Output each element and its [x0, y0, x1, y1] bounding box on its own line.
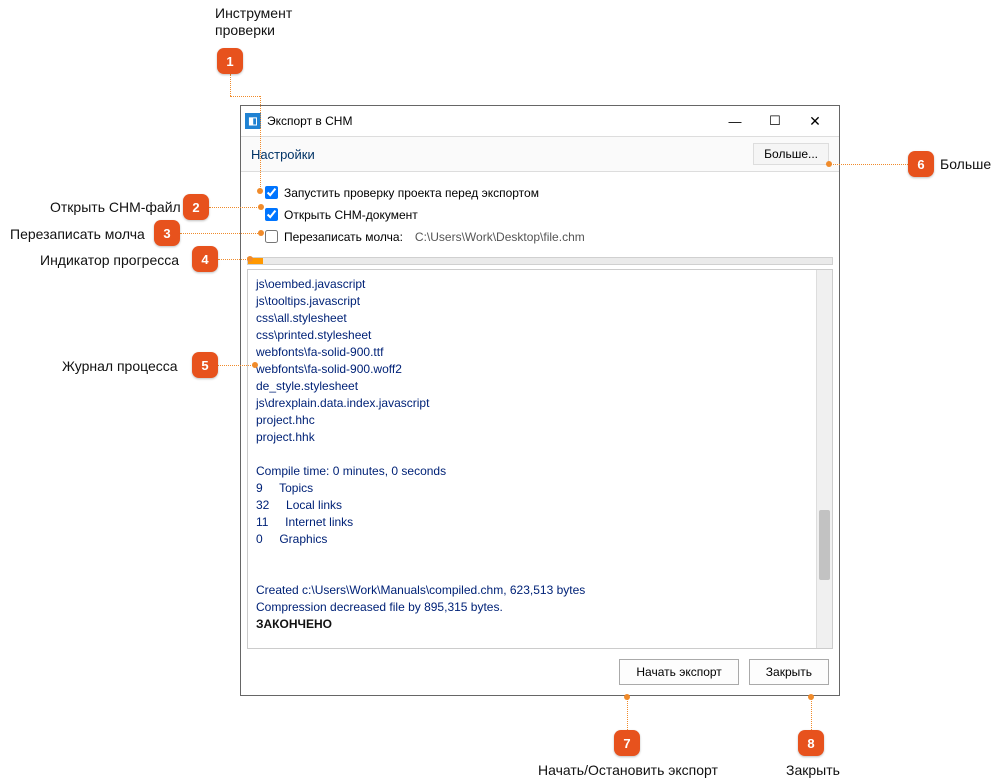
- connector-5: [218, 365, 253, 366]
- titlebar: ◧ Экспорт в CHM — ☐ ✕: [241, 106, 839, 136]
- callout-2-label: Открыть CHM-файл: [50, 199, 181, 215]
- start-export-button[interactable]: Начать экспорт: [619, 659, 738, 685]
- chk-open-chm-input[interactable]: [265, 208, 278, 221]
- progress-bar: [247, 257, 833, 265]
- minimize-button[interactable]: —: [715, 107, 755, 135]
- log-done-label: ЗАКОНЧЕНО: [256, 617, 332, 631]
- checkbox-run-validation[interactable]: Запустить проверку проекта перед экспорт…: [261, 183, 819, 202]
- settings-title: Настройки: [251, 147, 753, 162]
- checkbox-open-chm[interactable]: Открыть CHM-документ: [261, 205, 819, 224]
- connector-3-dot: [258, 230, 264, 236]
- chk-overwrite-input[interactable]: [265, 230, 278, 243]
- callout-6-label: Больше: [940, 156, 991, 172]
- callout-4-label: Индикатор прогресса: [40, 252, 179, 268]
- callout-1-label-line1: Инструмент: [215, 5, 292, 21]
- connector-2: [209, 207, 259, 208]
- more-button[interactable]: Больше...: [753, 143, 829, 165]
- connector-7: [627, 698, 628, 730]
- chk-run-validation-input[interactable]: [265, 186, 278, 199]
- connector-7-dot: [624, 694, 630, 700]
- maximize-button[interactable]: ☐: [755, 107, 795, 135]
- connector-3: [180, 233, 260, 234]
- callout-7-label: Начать/Остановить экспорт: [538, 762, 718, 778]
- connector-1bend-h: [230, 96, 260, 97]
- log-scrollbar[interactable]: [816, 270, 832, 648]
- callout-4: 4: [192, 246, 218, 272]
- connector-8-dot: [808, 694, 814, 700]
- close-button[interactable]: Закрыть: [749, 659, 829, 685]
- connector-6-dot: [826, 161, 832, 167]
- callout-5-label: Журнал процесса: [62, 358, 178, 374]
- checkbox-overwrite-silent[interactable]: Перезаписать молча: C:\Users\Work\Deskto…: [261, 227, 819, 246]
- callout-8-label: Закрыть: [786, 762, 840, 778]
- log-wrap: js\oembed.javascript js\tooltips.javascr…: [247, 269, 833, 649]
- chk3-label: Перезаписать молча:: [284, 230, 403, 244]
- checkbox-group: Запустить проверку проекта перед экспорт…: [241, 172, 839, 255]
- overwrite-path: C:\Users\Work\Desktop\file.chm: [415, 230, 585, 244]
- process-log: js\oembed.javascript js\tooltips.javascr…: [248, 270, 816, 648]
- titlebar-close-button[interactable]: ✕: [795, 107, 835, 135]
- connector-4-dot: [247, 256, 253, 262]
- connector-1v: [230, 74, 231, 96]
- chk1-label: Запустить проверку проекта перед экспорт…: [284, 186, 539, 200]
- callout-3: 3: [154, 220, 180, 246]
- connector-4: [218, 259, 248, 260]
- connector-8: [811, 698, 812, 730]
- export-chm-dialog: ◧ Экспорт в CHM — ☐ ✕ Настройки Больше..…: [240, 105, 840, 696]
- app-icon: ◧: [245, 113, 261, 129]
- connector-1-dot: [257, 188, 263, 194]
- callout-7: 7: [614, 730, 640, 756]
- connector-5-dot: [252, 362, 258, 368]
- callout-1: 1: [217, 48, 243, 74]
- dialog-button-row: Начать экспорт Закрыть: [241, 649, 839, 695]
- callout-8: 8: [798, 730, 824, 756]
- settings-header: Настройки Больше...: [241, 136, 839, 172]
- connector-2-dot: [258, 204, 264, 210]
- chk2-label: Открыть CHM-документ: [284, 208, 418, 222]
- connector-1bend-v: [260, 96, 261, 191]
- log-thumb[interactable]: [819, 510, 830, 580]
- callout-5: 5: [192, 352, 218, 378]
- callout-6: 6: [908, 151, 934, 177]
- connector-6: [830, 164, 908, 165]
- callout-2: 2: [183, 194, 209, 220]
- dialog-title: Экспорт в CHM: [267, 114, 715, 128]
- callout-1-label-line2: проверки: [215, 22, 275, 38]
- callout-3-label: Перезаписать молча: [10, 226, 145, 242]
